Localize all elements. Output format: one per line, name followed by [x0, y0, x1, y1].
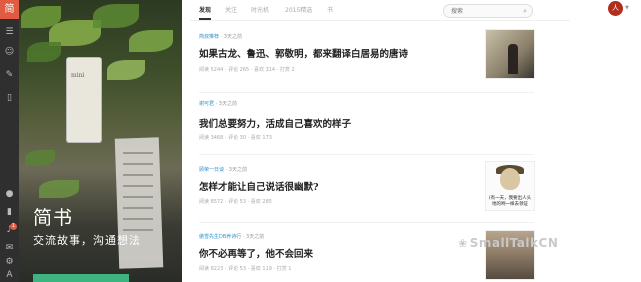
- article-author[interactable]: 傲雪先生DB养诗行: [199, 234, 241, 240]
- pen-icon[interactable]: ✎: [4, 70, 15, 81]
- article-title[interactable]: 如果古龙、鲁迅、郭敬明，都来翻译白居易的唐诗: [199, 46, 408, 60]
- font-icon[interactable]: A: [4, 270, 15, 281]
- article-stats: 阅读 8572 · 评论 53 · 喜欢 285: [199, 199, 272, 205]
- leaf-shape: [27, 42, 61, 62]
- divider: [199, 92, 534, 93]
- hero-photo: mini 简书 交流故事，沟通想法: [19, 0, 182, 282]
- article-author[interactable]: 顾荣一日谈: [199, 167, 224, 173]
- notification-badge: 1: [10, 223, 17, 230]
- article-title[interactable]: 怎样才能让自己说话很幽默?: [199, 179, 319, 193]
- article-time: · 3天之前: [225, 167, 247, 173]
- article-title[interactable]: 我们总要努力，活成自己喜欢的样子: [199, 116, 351, 130]
- leaf-shape: [93, 4, 139, 28]
- hero-green-button[interactable]: [33, 274, 129, 282]
- jianshu-logo[interactable]: 简: [0, 0, 19, 19]
- menu-icon[interactable]: ☰: [4, 27, 15, 38]
- divider: [199, 154, 534, 155]
- watermark-text: SmallTalkCN: [469, 236, 559, 250]
- article-meta: 谢可君 · 3天之前: [199, 100, 539, 107]
- left-rail: 简 ☰ ☺ ✎ ▯ ● ▮ ♪ 1 ✉ ⚙ A: [0, 0, 19, 282]
- search-icon[interactable]: ⌕: [523, 6, 527, 16]
- article-thumbnail[interactable]: (有一天，我要出人头地的哟一样去领证: [485, 161, 535, 211]
- chalk-board-lines: [123, 152, 153, 240]
- article-stats: 阅读 5244 · 评论 265 · 喜欢 314 · 打赏 2: [199, 67, 295, 73]
- article-author[interactable]: 谢可君: [199, 101, 214, 107]
- article-time: · 3天之前: [242, 234, 265, 240]
- article-stats: 阅读 3468 · 评论 30 · 喜欢 173: [199, 135, 272, 141]
- tab-discover[interactable]: 发现: [199, 5, 212, 20]
- hero-slogan: 交流故事，沟通想法: [33, 234, 141, 247]
- thumbnail-figure: [508, 44, 518, 74]
- list-item: 谢可君 · 3天之前 我们总要努力，活成自己喜欢的样子 阅读 3468 · 评论…: [199, 100, 539, 141]
- shop-sign: [67, 58, 101, 142]
- mobile-icon[interactable]: ▯: [4, 93, 15, 104]
- article-time: · 3天之前: [220, 34, 242, 40]
- friends-icon[interactable]: ☺: [4, 47, 15, 58]
- thumbnail-caption: (有一天，我要出人头地的哟一样去领证: [488, 196, 532, 207]
- leaf-shape: [39, 180, 79, 198]
- thumbnail-face: [500, 168, 520, 190]
- wechat-icon: ❀: [458, 237, 468, 250]
- settings-icon[interactable]: ⚙: [4, 257, 15, 268]
- article-time: · 3天之前: [215, 101, 237, 107]
- article-title[interactable]: 你不必再等了，他不会回来: [199, 246, 313, 260]
- hero-title: 简书: [33, 207, 74, 229]
- leaf-shape: [25, 150, 55, 166]
- mail-icon[interactable]: ✉: [4, 243, 15, 254]
- bookmark-icon[interactable]: ▮: [4, 207, 15, 218]
- watermark: ❀ SmallTalkCN: [458, 236, 558, 250]
- avatar[interactable]: 人: [608, 1, 623, 16]
- article-thumbnail[interactable]: [485, 29, 535, 79]
- tab-2015-picks[interactable]: 2015精选: [285, 5, 312, 16]
- tab-follow[interactable]: 关注: [225, 5, 237, 16]
- leaf-shape: [129, 30, 173, 52]
- shop-sign-text: mini: [71, 72, 85, 79]
- user-icon[interactable]: ●: [4, 189, 15, 200]
- tab-books[interactable]: 书: [327, 5, 333, 16]
- tab-timemachine[interactable]: 时光机: [251, 5, 269, 16]
- divider: [199, 222, 534, 223]
- chevron-down-icon[interactable]: ▼: [625, 5, 629, 11]
- search-box[interactable]: ⌕: [443, 4, 533, 18]
- article-stats: 阅读 8223 · 评论 53 · 喜欢 119 · 打赏 1: [199, 266, 292, 272]
- article-author[interactable]: 简叔推荐: [199, 34, 219, 40]
- leaf-shape: [107, 60, 145, 80]
- search-input[interactable]: [451, 5, 515, 17]
